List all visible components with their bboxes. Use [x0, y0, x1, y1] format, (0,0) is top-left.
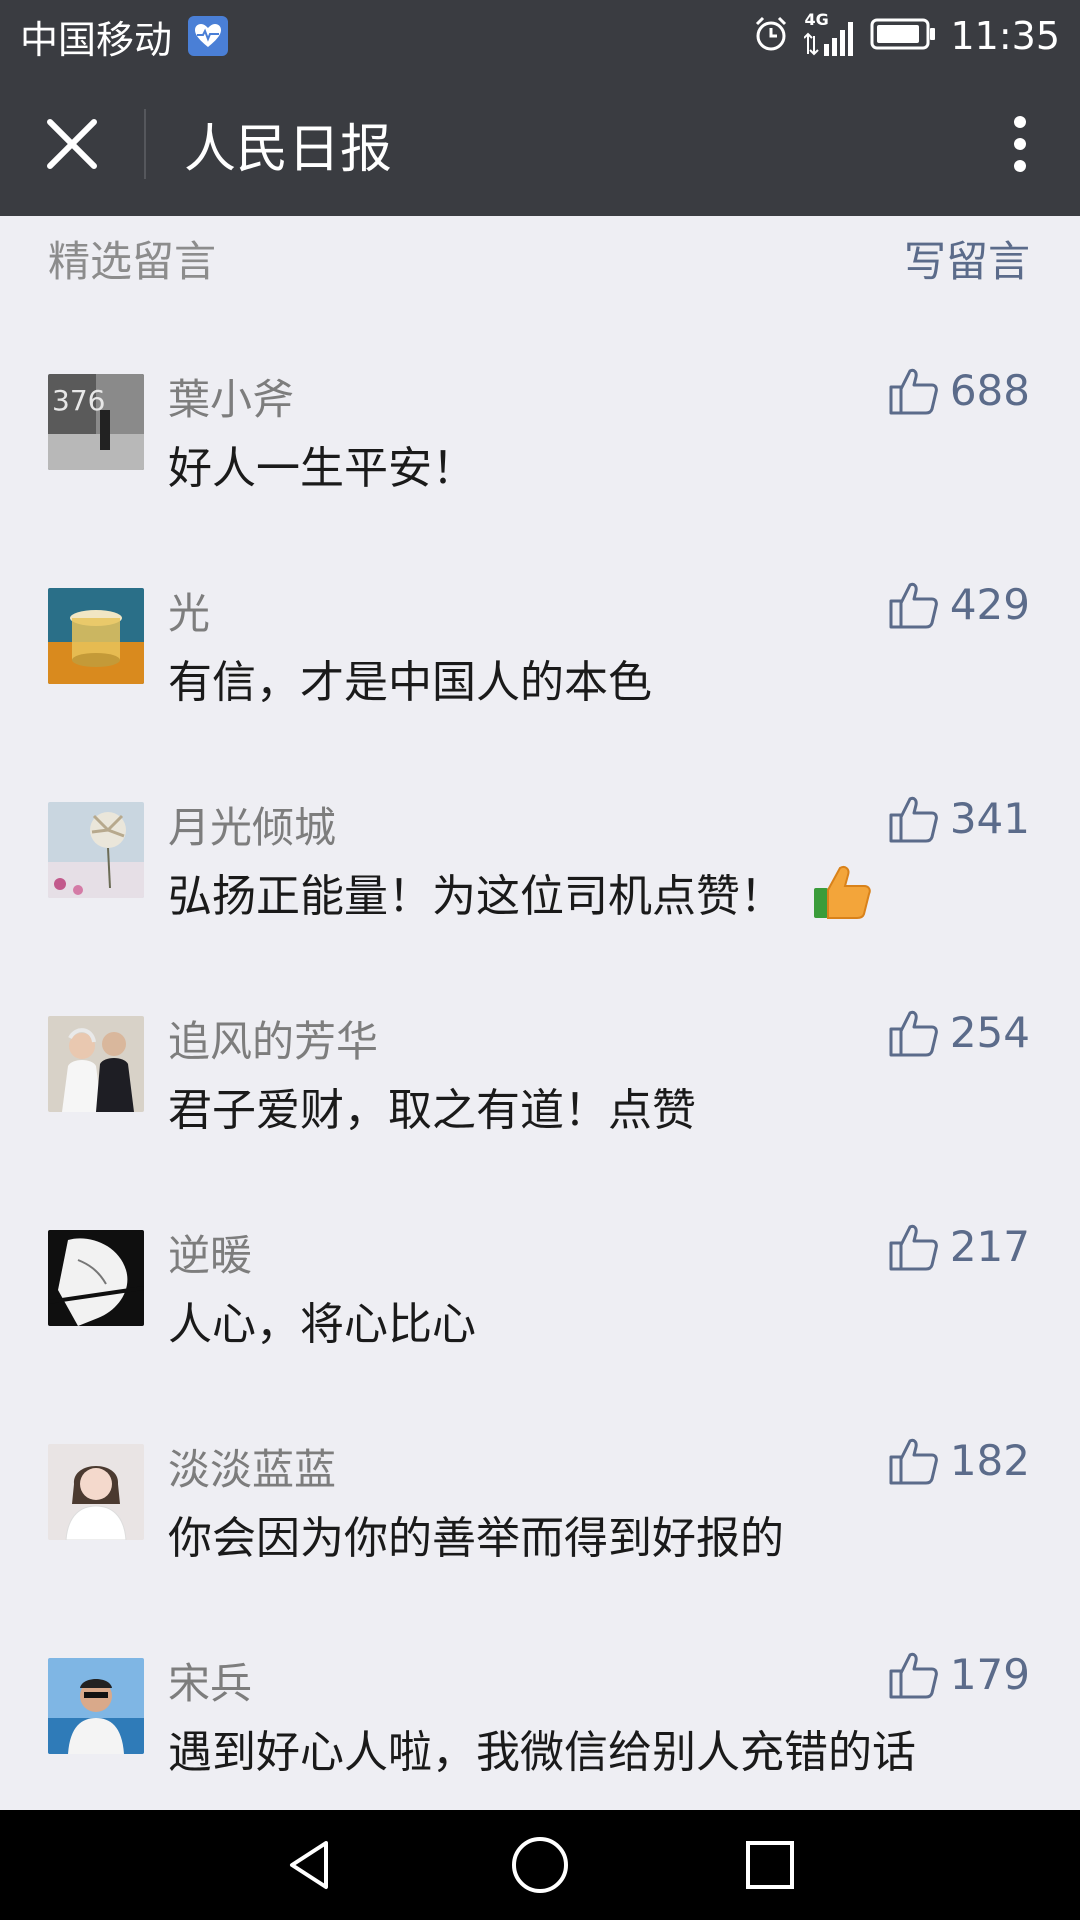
comment-nickname: 逆暖 — [168, 1231, 253, 1280]
comment-item: 宋兵 遇到好心人啦，我微信给别人充错的话 179 — [0, 1650, 1080, 1810]
comment-nickname: 葉小斧 — [168, 375, 295, 424]
comment-text: 君子爱财，取之有道！点赞 — [168, 1074, 696, 1138]
status-left: 中国移动 — [20, 9, 229, 64]
signal-icon: 4G — [804, 10, 856, 58]
comment-text: 好人一生平安！ — [168, 432, 476, 496]
close-button[interactable] — [22, 94, 122, 194]
carrier-label: 中国移动 — [20, 17, 173, 62]
comment-text-content: 好人一生平安！ — [168, 443, 476, 494]
home-button[interactable] — [480, 1810, 600, 1920]
comment-nickname: 月光倾城 — [168, 803, 337, 852]
avatar[interactable] — [48, 1444, 144, 1540]
comment-text-content: 你会因为你的善举而得到好报的 — [168, 1513, 784, 1564]
comment-text-content: 弘扬正能量！为这位司机点赞！ — [168, 871, 784, 922]
home-circle-icon — [512, 1837, 568, 1893]
like-button[interactable]: 341 — [888, 794, 1030, 843]
comment-text-content: 遇到好心人啦，我微信给别人充错的话 — [168, 1727, 916, 1778]
like-count: 254 — [949, 1008, 1030, 1057]
alarm-icon — [752, 15, 790, 57]
comment-nickname: 追风的芳华 — [168, 1017, 379, 1066]
avatar[interactable]: 376 — [48, 374, 144, 470]
status-right: 4G 11:35 — [752, 10, 1060, 58]
thumbs-up-icon — [889, 796, 938, 842]
like-button[interactable]: 429 — [888, 580, 1030, 629]
like-button[interactable]: 254 — [888, 1008, 1030, 1057]
comment-nickname: 光 — [168, 589, 211, 638]
clock: 11:35 — [950, 14, 1060, 58]
thumbs-up-icon — [889, 1010, 938, 1056]
health-app-icon — [188, 16, 229, 56]
comment-item: 追风的芳华 君子爱财，取之有道！点赞 254 — [0, 1008, 1080, 1222]
comment-item: 逆暖 人心，将心比心 217 — [0, 1222, 1080, 1436]
like-button[interactable]: 688 — [888, 366, 1030, 415]
like-count: 217 — [949, 1222, 1030, 1271]
comment-text: 弘扬正能量！为这位司机点赞！ — [168, 860, 872, 924]
recents-button[interactable] — [710, 1810, 830, 1920]
comment-item: 淡淡蓝蓝 你会因为你的善举而得到好报的 182 — [0, 1436, 1080, 1650]
battery-icon — [870, 17, 936, 55]
navigation-bar — [0, 1810, 1080, 1920]
like-count: 182 — [949, 1436, 1030, 1485]
thumbs-up-icon — [889, 1224, 938, 1270]
screen: 中国移动 4G 11:35 人民日报 精选留言 写留言 376 葉小斧 好人一生… — [0, 0, 1080, 1920]
like-count: 429 — [949, 580, 1030, 629]
comment-item: 光 有信，才是中国人的本色 429 — [0, 580, 1080, 794]
section-title: 精选留言 — [48, 237, 217, 286]
thumbs-up-emoji — [812, 862, 872, 922]
like-count: 179 — [949, 1650, 1030, 1699]
thumbs-up-icon — [889, 1438, 938, 1484]
comment-list: 376 葉小斧 好人一生平安！ 688 光 有信，才是中国人的本色 429 月光… — [0, 366, 1080, 1810]
avatar[interactable] — [48, 802, 144, 898]
thumbs-up-icon — [889, 1652, 938, 1698]
comment-nickname: 淡淡蓝蓝 — [168, 1445, 337, 1494]
avatar[interactable] — [48, 1658, 144, 1754]
close-icon — [47, 119, 97, 169]
comment-nickname: 宋兵 — [168, 1659, 253, 1708]
comment-item: 月光倾城 弘扬正能量！为这位司机点赞！ 341 — [0, 794, 1080, 1008]
section-header: 精选留言 写留言 — [0, 216, 1080, 296]
comment-text: 人心，将心比心 — [168, 1288, 476, 1352]
like-button[interactable]: 217 — [888, 1222, 1030, 1271]
like-count: 341 — [949, 794, 1030, 843]
avatar[interactable] — [48, 588, 144, 684]
write-comment-link[interactable]: 写留言 — [904, 228, 1030, 289]
like-count: 688 — [949, 366, 1030, 415]
thumbs-up-icon — [889, 368, 938, 414]
title-divider — [144, 109, 146, 179]
back-button[interactable] — [250, 1810, 370, 1920]
comment-text-content: 有信，才是中国人的本色 — [168, 657, 652, 708]
avatar[interactable] — [48, 1230, 144, 1326]
comment-text: 有信，才是中国人的本色 — [168, 646, 652, 710]
comment-text-content: 君子爱财，取之有道！点赞 — [168, 1085, 696, 1136]
svg-text:376: 376 — [52, 384, 105, 417]
comment-text: 你会因为你的善举而得到好报的 — [168, 1502, 784, 1566]
like-button[interactable]: 179 — [888, 1650, 1030, 1699]
status-bar: 中国移动 4G 11:35 — [0, 0, 1080, 72]
recents-square-icon — [746, 1841, 794, 1889]
more-button[interactable] — [990, 94, 1050, 194]
more-vertical-icon — [1014, 116, 1026, 172]
like-button[interactable]: 182 — [888, 1436, 1030, 1485]
page-title: 人民日报 — [184, 119, 393, 180]
avatar[interactable] — [48, 1016, 144, 1112]
thumbs-up-icon — [889, 582, 938, 628]
title-bar: 人民日报 — [0, 72, 1080, 216]
comments-section: 精选留言 写留言 376 葉小斧 好人一生平安！ 688 光 有信，才是中国人的… — [0, 216, 1080, 1810]
back-triangle-icon — [290, 1841, 328, 1889]
comment-text: 遇到好心人啦，我微信给别人充错的话 — [168, 1716, 916, 1780]
comment-item: 376 葉小斧 好人一生平安！ 688 — [0, 366, 1080, 580]
comment-text-content: 人心，将心比心 — [168, 1299, 476, 1350]
